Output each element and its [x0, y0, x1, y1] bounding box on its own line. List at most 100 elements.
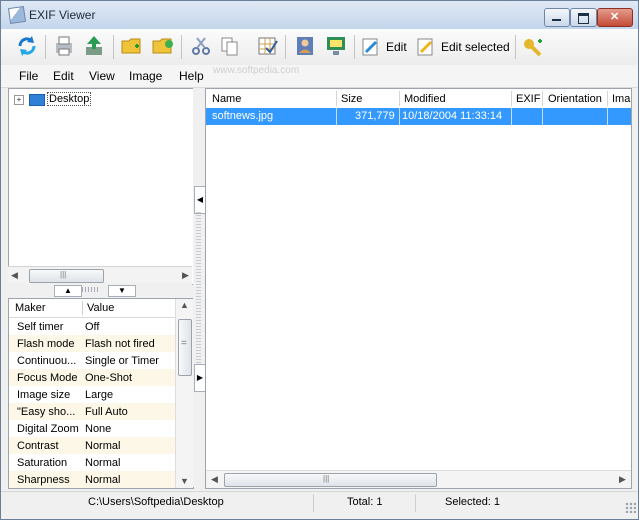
file-row[interactable]: softnews.jpg 371,779 10/18/2004 11:33:14 — [206, 108, 631, 125]
file-list-header: Name Size Modified EXIF Orientation Ima — [206, 89, 631, 109]
tree-scroll-thumb[interactable] — [29, 269, 104, 283]
add-key-button[interactable] — [520, 33, 546, 59]
pane-splitter-horizontal[interactable]: ▲ ▼ — [8, 283, 192, 298]
property-value: Large — [85, 389, 114, 401]
export-button[interactable] — [81, 33, 107, 59]
property-value: Off — [85, 321, 100, 333]
properties-header: Maker Value — [9, 299, 179, 318]
menu-bar: File Edit View Image Help — [1, 65, 638, 88]
properties-scroll-thumb[interactable] — [178, 319, 192, 376]
property-value: Normal — [85, 440, 121, 452]
edit-icon — [362, 38, 378, 56]
watermark-text: www.softpedia.com — [213, 65, 300, 76]
file-scroll-left-arrow-icon[interactable]: ◀ — [208, 473, 221, 486]
file-list[interactable]: Name Size Modified EXIF Orientation Ima … — [205, 88, 632, 489]
file-name[interactable]: softnews.jpg — [212, 110, 273, 122]
file-scroll-right-arrow-icon[interactable]: ▶ — [616, 473, 629, 486]
property-row[interactable]: Self timer Off — [9, 318, 179, 335]
window-title: EXIF Viewer — [29, 8, 96, 22]
scroll-right-arrow-icon[interactable]: ▶ — [179, 269, 192, 282]
tree-horizontal-scrollbar[interactable]: ◀ ▶ — [8, 266, 192, 284]
add-key-icon — [524, 39, 542, 57]
property-name: Focus Mode — [17, 372, 78, 384]
refresh-icon — [18, 36, 36, 56]
property-row[interactable]: Contrast Normal — [9, 437, 179, 454]
close-button[interactable] — [597, 8, 633, 27]
property-value: Normal — [85, 457, 121, 469]
edit-button-label: Edit — [386, 40, 407, 54]
property-value: One-Shot — [85, 372, 133, 384]
scroll-down-arrow-icon[interactable]: ▼ — [178, 475, 191, 488]
current-path: C:\Users\Softpedia\Desktop — [88, 496, 224, 508]
status-bar: C:\Users\Softpedia\Desktop Total: 1 Sele… — [1, 491, 638, 515]
property-row[interactable]: "Easy sho... Full Auto — [9, 403, 179, 420]
new-folder-button[interactable] — [119, 33, 145, 59]
property-row[interactable]: Image size Large — [9, 386, 179, 403]
menu-edit[interactable]: Edit — [53, 69, 74, 83]
property-row[interactable]: Digital Zoom None — [9, 420, 179, 437]
menu-image[interactable]: Image — [129, 69, 162, 83]
maximize-button[interactable] — [570, 8, 597, 27]
property-row[interactable]: Sharpness Normal — [9, 471, 179, 488]
property-value: Flash not fired — [85, 338, 155, 350]
property-value: Normal — [85, 474, 121, 486]
menu-help[interactable]: Help — [179, 69, 204, 83]
property-value: Single or Timer — [85, 355, 159, 367]
tree-expand-button[interactable]: + — [14, 95, 24, 105]
open-folder-button[interactable] — [150, 33, 176, 59]
toolbar: Edit Edit selected — [1, 29, 638, 65]
vertical-splitter-grip[interactable] — [196, 212, 201, 388]
column-value[interactable]: Value — [87, 302, 114, 314]
cut-button[interactable] — [188, 33, 214, 59]
scroll-left-arrow-icon[interactable]: ◀ — [8, 269, 21, 282]
splitter-down-button[interactable]: ▼ — [108, 285, 136, 297]
edit-selected-label: Edit selected — [441, 40, 510, 54]
column-maker[interactable]: Maker — [15, 302, 46, 314]
column-size[interactable]: Size — [341, 93, 362, 105]
property-name: Image size — [17, 389, 71, 401]
column-exif[interactable]: EXIF — [516, 93, 540, 105]
print-button[interactable] — [51, 33, 77, 59]
file-modified: 10/18/2004 11:33:14 — [402, 110, 503, 122]
property-value: Full Auto — [85, 406, 128, 418]
export-icon — [86, 36, 102, 55]
property-name: Contrast — [17, 440, 59, 452]
column-orientation[interactable]: Orientation — [548, 93, 602, 105]
file-size: 371,779 — [355, 110, 395, 122]
property-row[interactable]: Flash mode Flash not fired — [9, 335, 179, 352]
pane-splitter-vertical[interactable]: ◀ ▶ — [193, 88, 206, 487]
file-list-scroll-thumb[interactable] — [224, 473, 437, 487]
menu-file[interactable]: File — [19, 69, 38, 83]
property-row[interactable]: Saturation Normal — [9, 454, 179, 471]
menu-view[interactable]: View — [89, 69, 115, 83]
monitor-button[interactable] — [323, 33, 349, 59]
resize-grip-icon[interactable] — [625, 502, 636, 513]
property-row[interactable]: Focus Mode One-Shot — [9, 369, 179, 386]
property-name: Continuou... — [17, 355, 77, 367]
property-row[interactable]: Continuou... Single or Timer — [9, 352, 179, 369]
select-all-button[interactable] — [255, 33, 281, 59]
column-modified[interactable]: Modified — [404, 93, 446, 105]
minimize-button[interactable] — [544, 8, 570, 27]
scroll-up-arrow-icon[interactable]: ▲ — [178, 299, 191, 312]
desktop-folder-icon — [29, 94, 45, 106]
title-bar[interactable]: EXIF Viewer — [1, 1, 638, 29]
column-name[interactable]: Name — [212, 93, 241, 105]
copy-button[interactable] — [217, 33, 243, 59]
exif-viewer-window: EXIF Viewer ✕ Edit Edit selected File Ed… — [0, 0, 639, 520]
exif-properties-list[interactable]: Maker Value Self timer Off Flash mode Flash… — [8, 298, 194, 489]
copy-icon — [221, 37, 238, 56]
file-list-horizontal-scrollbar[interactable]: ◀ ▶ — [206, 470, 631, 488]
tree-item-desktop[interactable]: Desktop — [47, 92, 92, 106]
select-all-icon — [258, 37, 278, 55]
folder-tree[interactable]: + Desktop — [8, 88, 194, 285]
cut-icon — [192, 37, 210, 55]
edit-selected-icon — [417, 38, 433, 56]
column-image[interactable]: Ima — [612, 93, 630, 105]
splitter-up-button[interactable]: ▲ — [54, 285, 82, 297]
property-name: Saturation — [17, 457, 68, 469]
user-button[interactable] — [292, 33, 318, 59]
splitter-grip[interactable] — [82, 287, 100, 292]
refresh-button[interactable] — [14, 33, 40, 59]
properties-vertical-scrollbar[interactable]: ▲ ▼ — [175, 299, 193, 488]
